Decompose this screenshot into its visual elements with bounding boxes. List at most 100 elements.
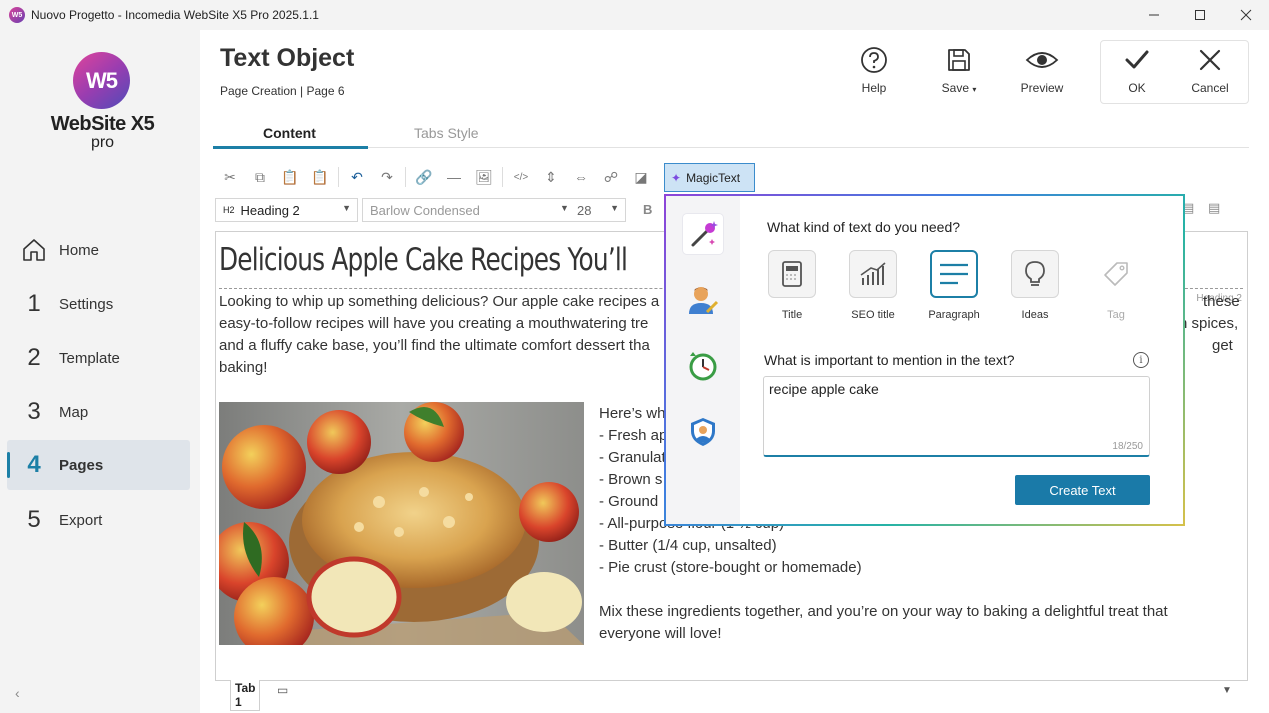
close-window-button[interactable] — [1223, 0, 1269, 30]
align-icon[interactable]: ▤ — [1208, 200, 1220, 216]
char-counter: 18/250 — [1112, 441, 1143, 452]
kind-ideas-option[interactable]: Ideas — [1005, 250, 1065, 321]
magictext-sidebar — [666, 196, 740, 524]
kind-label: Paragraph — [928, 309, 980, 321]
bold-button[interactable]: B — [643, 202, 652, 217]
minimize-icon — [1149, 14, 1159, 16]
apple-cake-image[interactable] — [219, 402, 584, 645]
app-icon: W5 — [9, 7, 25, 23]
magictext-label: MagicText — [686, 170, 741, 185]
chevron-down-icon: ▼ — [560, 203, 569, 213]
magictext-button[interactable]: ✦ MagicText — [664, 163, 755, 192]
magictext-panel: What kind of text do you need? Title SEO… — [664, 194, 1185, 526]
tab-content[interactable]: Content — [263, 125, 316, 141]
horizontal-spacing-icon[interactable]: ⇔ — [566, 165, 596, 189]
code-icon[interactable]: </> — [506, 165, 536, 189]
copy-icon[interactable]: ⧉ — [245, 165, 275, 189]
tab-1[interactable]: Tab 1 — [230, 680, 261, 711]
undo-icon[interactable]: ↶ — [342, 165, 372, 189]
clock-graphic — [689, 352, 717, 381]
add-tab-icon[interactable]: ▭ — [277, 683, 288, 697]
kind-tag-option[interactable]: Tag — [1086, 250, 1146, 321]
author-icon[interactable] — [683, 280, 723, 320]
chevron-down-icon: ▼ — [610, 203, 619, 213]
chevron-down-icon: ▼ — [342, 203, 351, 213]
close-icon — [1240, 9, 1252, 21]
create-text-button[interactable]: Create Text — [1015, 475, 1150, 505]
logo-edition: pro — [90, 134, 115, 151]
sidebar-item-settings[interactable]: 1 Settings — [7, 279, 190, 329]
ok-label: OK — [1128, 81, 1146, 95]
preview-button[interactable]: Preview — [1007, 46, 1077, 106]
sidebar-item-number: 1 — [27, 290, 41, 317]
sidebar-item-label: Export — [59, 511, 103, 529]
save-icon — [948, 49, 970, 71]
maximize-button[interactable] — [1177, 0, 1223, 30]
privacy-shield-icon[interactable] — [683, 412, 723, 452]
save-button[interactable]: Save ▾ — [924, 46, 994, 106]
sparkle-icon: ✦ — [671, 170, 682, 185]
sidebar-item-home[interactable]: Home — [7, 225, 190, 275]
style-tag: H2 — [223, 205, 235, 215]
info-icon[interactable]: i — [1133, 352, 1149, 368]
sidebar-item-map[interactable]: 3 Map — [7, 387, 190, 437]
image-icon[interactable]: 🖼 — [469, 165, 499, 189]
sidebar-item-number: 5 — [27, 506, 41, 533]
paragraph-style-select[interactable]: H2 Heading 2 ▼ — [215, 198, 358, 222]
font-select[interactable]: Barlow Condensed — [362, 198, 578, 222]
kind-seo-title-option[interactable]: SEO title — [843, 250, 903, 321]
closing-line: Mix these ingredients together, and you’… — [599, 603, 1168, 620]
paragraph-fragment: these — [1203, 293, 1240, 310]
checkmark-icon — [1125, 50, 1149, 69]
history-clock-icon[interactable] — [683, 346, 723, 386]
heading-text[interactable]: Delicious Apple Cake Recipes You’ll — [219, 242, 628, 278]
font-value: Barlow Condensed — [370, 202, 480, 218]
cancel-label: Cancel — [1191, 81, 1229, 95]
sidebar-item-label: Template — [59, 349, 120, 367]
font-size-select[interactable]: ▼ 28 ▼ — [560, 198, 626, 222]
style-value: Heading 2 — [240, 202, 300, 218]
paragraph-lines-icon — [940, 263, 968, 285]
preview-label: Preview — [1020, 81, 1064, 95]
sidebar-item-number: 4 — [27, 451, 41, 478]
cut-icon[interactable]: ✂ — [215, 165, 245, 189]
list-item: - Butter (1/4 cup, unsalted) — [599, 537, 777, 554]
font-size-value: 28 — [577, 202, 592, 218]
sidebar-item-export[interactable]: 5 Export — [7, 495, 190, 545]
toolbar-divider — [405, 167, 406, 187]
link-icon[interactable]: 🔗 — [409, 165, 439, 189]
help-icon — [861, 47, 887, 73]
ok-button[interactable]: OK — [1102, 46, 1172, 106]
kind-paragraph-option[interactable]: Paragraph — [924, 250, 984, 321]
sidebar-item-pages[interactable]: 4 Pages — [7, 440, 190, 490]
magictext-panel-body: What kind of text do you need? Title SEO… — [666, 196, 1183, 524]
breadcrumb: Page Creation | Page 6 — [220, 84, 345, 98]
sidebar-item-number: 2 — [27, 344, 41, 371]
scroll-down-icon[interactable]: ▼ — [1222, 685, 1232, 696]
sidebar-item-template[interactable]: 2 Template — [7, 333, 190, 383]
redo-icon[interactable]: ↷ — [372, 165, 402, 189]
mention-textarea[interactable]: recipe apple cake 18/250 — [763, 376, 1150, 457]
tab-tabs-style[interactable]: Tabs Style — [414, 125, 479, 141]
cancel-button[interactable]: Cancel — [1175, 46, 1245, 106]
toolbar-divider — [338, 167, 339, 187]
kind-label: Ideas — [1021, 309, 1049, 321]
paste-icon[interactable]: 📋 — [275, 165, 305, 189]
kind-label: Tag — [1107, 309, 1125, 321]
sidebar-item-label: Map — [59, 403, 89, 421]
lightbulb-icon — [1025, 261, 1045, 286]
contrast-icon[interactable]: ◪ — [626, 165, 656, 189]
vertical-spacing-icon[interactable]: ⇕ — [536, 165, 566, 189]
collapse-sidebar-icon[interactable]: ‹ — [15, 685, 20, 701]
paste-text-icon[interactable]: 📋 — [305, 165, 335, 189]
help-button[interactable]: Help — [839, 46, 909, 106]
logo-name: WebSite X5 — [50, 113, 155, 135]
paragraph-fragment: n spices, — [1179, 315, 1239, 332]
page-title: Text Object — [220, 44, 355, 72]
horizontal-line-icon[interactable]: — — [439, 165, 469, 189]
spellcheck-icon[interactable]: ☍ — [596, 165, 626, 189]
magic-wand-icon[interactable] — [683, 214, 723, 254]
minimize-button[interactable] — [1131, 0, 1177, 30]
title-bar: W5 Nuovo Progetto - Incomedia WebSite X5… — [0, 0, 1269, 30]
kind-title-option[interactable]: Title — [762, 250, 822, 321]
